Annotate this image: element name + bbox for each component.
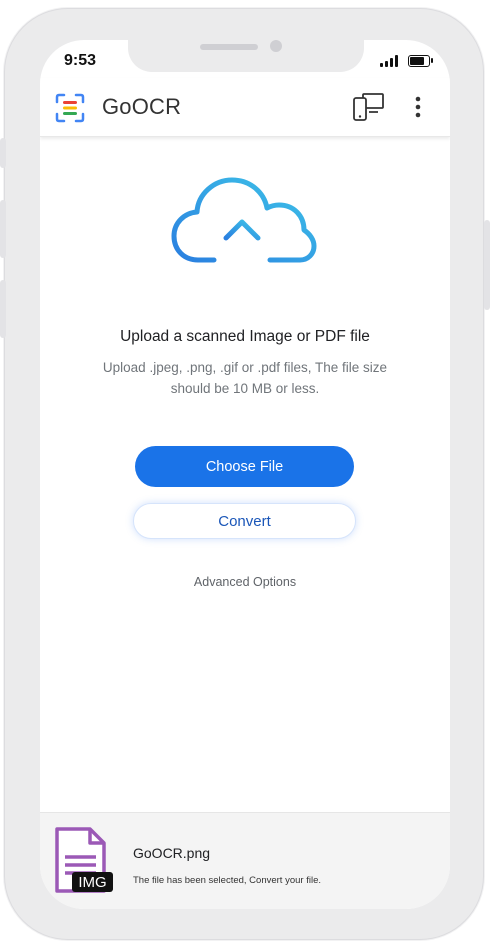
file-status: The file has been selected, Convert your…	[133, 875, 321, 886]
app-logo-icon	[55, 93, 85, 123]
choose-file-button[interactable]: Choose File	[135, 446, 354, 487]
app-bar: GoOCR	[40, 78, 450, 137]
status-time: 9:53	[64, 52, 97, 69]
document-icon: IMG	[55, 827, 113, 893]
battery-icon	[408, 55, 433, 67]
speaker-grille	[200, 44, 258, 50]
cloud-upload-icon[interactable]	[170, 168, 320, 288]
more-vert-icon[interactable]	[414, 95, 422, 119]
phone-screen: 9:53 GoOCR Upload a scanned Image or PDF…	[40, 40, 450, 909]
upload-description: Upload .jpeg, .png, .gif or .pdf files, …	[102, 360, 388, 396]
selected-file-panel: IMG GoOCR.png The file has been selected…	[40, 812, 450, 909]
device-switch-icon[interactable]	[352, 92, 386, 122]
phone-side-button	[0, 138, 6, 168]
phone-volume-up-button	[0, 200, 6, 258]
front-camera	[270, 40, 282, 52]
convert-button[interactable]: Convert	[133, 503, 356, 539]
advanced-options-link[interactable]: Advanced Options	[40, 575, 450, 589]
app-title: GoOCR	[102, 94, 182, 119]
file-type-badge: IMG	[78, 874, 106, 891]
upload-title: Upload a scanned Image or PDF file	[120, 328, 370, 345]
phone-power-button	[484, 220, 490, 310]
phone-volume-down-button	[0, 280, 6, 338]
status-icons	[380, 55, 433, 67]
phone-notch	[128, 40, 364, 72]
signal-icon	[380, 55, 398, 67]
file-name: GoOCR.png	[133, 845, 211, 861]
